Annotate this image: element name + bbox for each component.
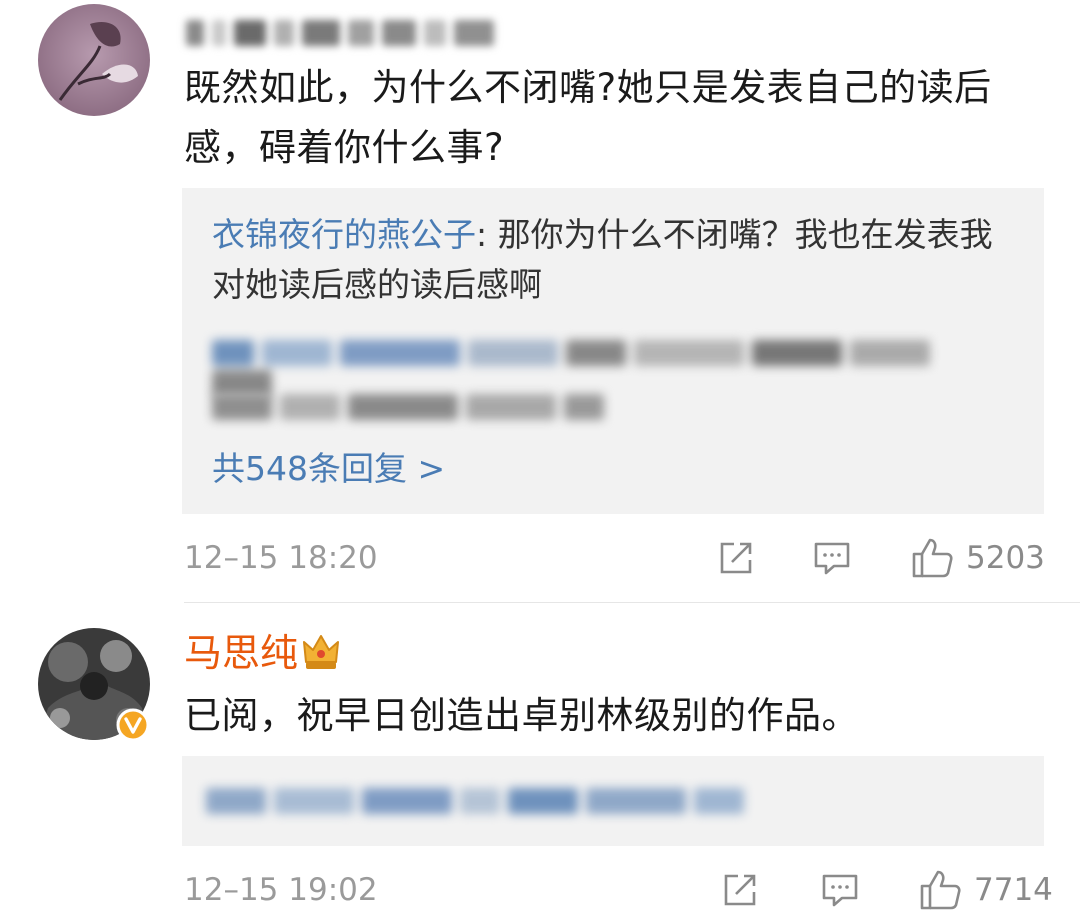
comment-item: 既然如此，为什么不闭嘴?她只是发表自己的读后感，碍着你什么事? 衣锦夜行的燕公子… xyxy=(0,0,1080,600)
comment-item: 马思纯 已阅，祝早日创造出卓别林级别的作品。 12–15 19:02 7714 xyxy=(0,604,1080,921)
timestamp: 12–15 18:20 xyxy=(184,540,378,576)
like-count: 5203 xyxy=(966,540,1045,576)
username-link[interactable]: 马思纯 xyxy=(184,630,298,676)
comment-icon[interactable] xyxy=(820,870,860,910)
reply-preview: 衣锦夜行的燕公子: 那你为什么不闭嘴？我也在发表我对她读后感的读后感啊 xyxy=(212,210,1012,310)
comment-text: 已阅，祝早日创造出卓别林级别的作品。 xyxy=(184,694,859,737)
share-icon[interactable] xyxy=(716,538,756,578)
comment-text: 既然如此，为什么不闭嘴?她只是发表自己的读后感，碍着你什么事? xyxy=(184,66,992,169)
comment-icon[interactable] xyxy=(812,538,852,578)
reply-preview-box[interactable]: 衣锦夜行的燕公子: 那你为什么不闭嘴？我也在发表我对她读后感的读后感啊 共548… xyxy=(182,188,1044,514)
reply-separator: : xyxy=(476,215,498,254)
comment-meta: 12–15 19:02 7714 xyxy=(184,868,1053,912)
like-count: 7714 xyxy=(974,872,1053,908)
comment-divider xyxy=(184,602,1080,603)
reply-preview-box[interactable] xyxy=(182,756,1044,846)
blurred-reply xyxy=(206,788,766,818)
thumbs-up-icon[interactable] xyxy=(910,536,954,580)
thumbs-up-icon[interactable] xyxy=(918,868,962,912)
blurred-reply xyxy=(212,394,632,424)
avatar[interactable] xyxy=(38,4,150,116)
blurred-reply xyxy=(212,340,1002,400)
blurred-username xyxy=(186,10,506,56)
comment-meta: 12–15 18:20 5203 xyxy=(184,536,1045,580)
view-all-replies-link[interactable]: 共548条回复 > xyxy=(212,446,445,492)
share-icon[interactable] xyxy=(720,870,760,910)
reply-author-link[interactable]: 衣锦夜行的燕公子 xyxy=(212,215,476,254)
crown-badge-icon xyxy=(303,635,339,669)
verified-badge-icon xyxy=(116,708,150,742)
timestamp: 12–15 19:02 xyxy=(184,872,378,908)
